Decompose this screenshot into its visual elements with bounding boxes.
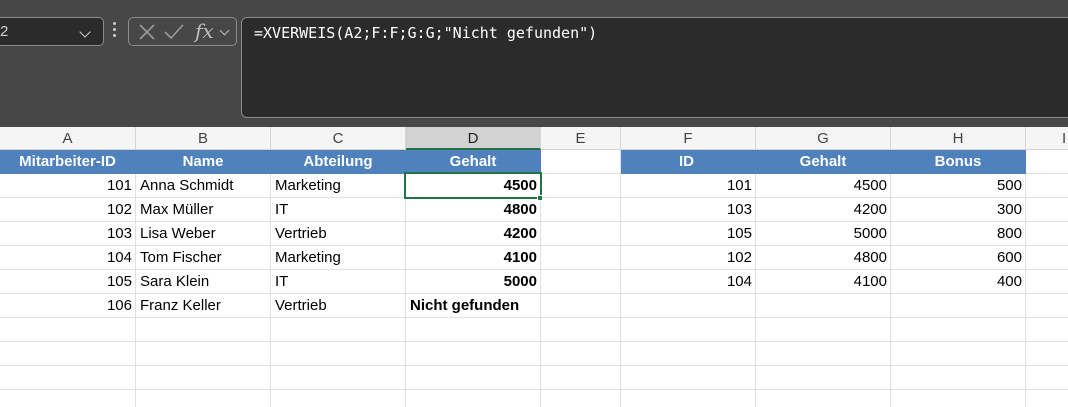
cell-employee-id[interactable]: 105 bbox=[0, 270, 136, 294]
formula-input[interactable]: =XVERWEIS(A2;F:F;G:G;"Nicht gefunden") bbox=[241, 17, 1068, 118]
column-header-e[interactable]: E bbox=[541, 127, 621, 150]
cell-employee-id[interactable]: 106 bbox=[0, 294, 136, 318]
name-box-value: 2 bbox=[0, 23, 9, 40]
cell-employee-id[interactable]: 103 bbox=[0, 222, 136, 246]
cell-lookup-salary[interactable]: 4800 bbox=[756, 246, 891, 270]
cell-employee-id[interactable]: 104 bbox=[0, 246, 136, 270]
header-lookup-bonus[interactable]: Bonus bbox=[891, 150, 1026, 174]
cell-name[interactable]: Anna Schmidt bbox=[136, 174, 271, 198]
cell-lookup-id[interactable]: 102 bbox=[621, 246, 756, 270]
cell-lookup-salary[interactable]: 4200 bbox=[756, 198, 891, 222]
cell-lookup-bonus[interactable]: 400 bbox=[891, 270, 1026, 294]
column-header-g[interactable]: G bbox=[756, 127, 891, 150]
more-options-icon[interactable] bbox=[113, 22, 116, 38]
cell-department[interactable]: Vertrieb bbox=[271, 294, 406, 318]
cell-department[interactable]: Marketing bbox=[271, 246, 406, 270]
cell-salary[interactable]: Nicht gefunden bbox=[406, 294, 541, 318]
cell-lookup-bonus[interactable]: 500 bbox=[891, 174, 1026, 198]
cell-name[interactable]: Lisa Weber bbox=[136, 222, 271, 246]
name-box[interactable]: 2 bbox=[0, 17, 104, 46]
cell-salary[interactable]: 5000 bbox=[406, 270, 541, 294]
chevron-down-icon[interactable] bbox=[219, 25, 230, 36]
spreadsheet-grid[interactable]: Mitarbeiter-ID Name Abteilung Gehalt ID … bbox=[0, 150, 1068, 407]
cell-lookup-id[interactable]: 101 bbox=[621, 174, 756, 198]
cell-lookup-salary[interactable]: 4100 bbox=[756, 270, 891, 294]
cell-employee-id[interactable]: 101 bbox=[0, 174, 136, 198]
cell-lookup-id[interactable]: 104 bbox=[621, 270, 756, 294]
cell-lookup-bonus[interactable]: 300 bbox=[891, 198, 1026, 222]
cell-salary[interactable]: 4800 bbox=[406, 198, 541, 222]
insert-function-icon[interactable]: fx bbox=[195, 19, 214, 43]
cell-lookup-id[interactable]: 105 bbox=[621, 222, 756, 246]
cell-department[interactable]: IT bbox=[271, 270, 406, 294]
column-header-b[interactable]: B bbox=[136, 127, 271, 150]
header-department[interactable]: Abteilung bbox=[271, 150, 406, 174]
cell-lookup-salary[interactable]: 4500 bbox=[756, 174, 891, 198]
column-header-i[interactable]: I bbox=[1026, 127, 1068, 150]
chevron-down-icon[interactable] bbox=[79, 26, 91, 38]
formula-controls: fx bbox=[128, 17, 237, 46]
column-header-h[interactable]: H bbox=[891, 127, 1026, 150]
cell-lookup-salary[interactable]: 5000 bbox=[756, 222, 891, 246]
cell-lookup-bonus[interactable]: 600 bbox=[891, 246, 1026, 270]
cell-name[interactable]: Franz Keller bbox=[136, 294, 271, 318]
cell-department[interactable]: IT bbox=[271, 198, 406, 222]
active-cell-border bbox=[404, 172, 542, 199]
cell-department[interactable]: Marketing bbox=[271, 174, 406, 198]
column-header-c[interactable]: C bbox=[271, 127, 406, 150]
cell-salary[interactable]: 4100 bbox=[406, 246, 541, 270]
formula-text: =XVERWEIS(A2;F:F;G:G;"Nicht gefunden") bbox=[254, 24, 598, 42]
header-lookup-salary[interactable]: Gehalt bbox=[756, 150, 891, 174]
cell-salary[interactable]: 4200 bbox=[406, 222, 541, 246]
header-salary[interactable]: Gehalt bbox=[406, 150, 541, 174]
column-header-d[interactable]: D bbox=[406, 127, 541, 150]
cell-name[interactable]: Max Müller bbox=[136, 198, 271, 222]
cell-lookup-id[interactable]: 103 bbox=[621, 198, 756, 222]
fill-handle[interactable] bbox=[537, 195, 543, 201]
cancel-icon[interactable] bbox=[137, 23, 157, 41]
cell-name[interactable]: Sara Klein bbox=[136, 270, 271, 294]
header-lookup-id[interactable]: ID bbox=[621, 150, 756, 174]
cell-employee-id[interactable]: 102 bbox=[0, 198, 136, 222]
formula-bar-area: 2 fx =XVERWEIS(A2;F:F;G:G;"Nicht gefunde… bbox=[0, 0, 1068, 127]
column-header-row: A B C D E F G H I bbox=[0, 127, 1068, 150]
header-employee-id[interactable]: Mitarbeiter-ID bbox=[0, 150, 136, 174]
cell-name[interactable]: Tom Fischer bbox=[136, 246, 271, 270]
header-name[interactable]: Name bbox=[136, 150, 271, 174]
column-header-a[interactable]: A bbox=[0, 127, 136, 150]
cell-department[interactable]: Vertrieb bbox=[271, 222, 406, 246]
column-header-f[interactable]: F bbox=[621, 127, 756, 150]
cell-lookup-bonus[interactable]: 800 bbox=[891, 222, 1026, 246]
checkmark-icon[interactable] bbox=[163, 23, 185, 41]
